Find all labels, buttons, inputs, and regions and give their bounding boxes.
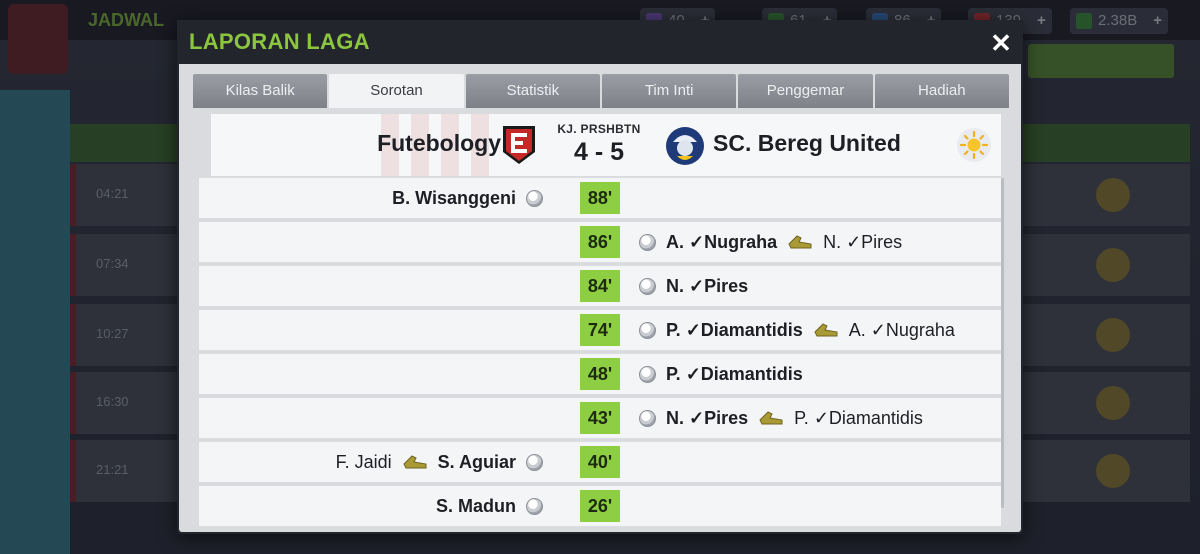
event-minute: 84' [580,270,620,302]
event-minute: 74' [580,314,620,346]
tab-statistik[interactable]: Statistik [465,74,600,108]
event-row: 84' N. ✓Pires [199,266,1001,306]
scorer-player-name[interactable]: N. ✓Pires [666,276,748,297]
assist-boot-icon [788,235,812,249]
scorer-player-name[interactable]: S. Madun [436,496,516,517]
competition-label: KJ. PRSHBTN [557,122,641,136]
dialog-body: Kilas Balik Sorotan Statistik Tim Inti P… [179,64,1021,532]
away-event: P. ✓Diamantidis A. ✓Nugraha [639,310,955,350]
score-block: KJ. PRSHBTN 4 - 5 [551,122,647,167]
dialog-header: LAPORAN LAGA ✕ [177,20,1023,64]
event-minute: 48' [580,358,620,390]
scorer-player-name[interactable]: N. ✓Pires [666,408,748,429]
away-team-name: SC. Bereg United [713,130,901,156]
assist-player-name[interactable]: F. Jaidi [336,452,392,473]
event-row: 43' N. ✓Pires P. ✓Diamantidis [199,398,1001,438]
tab-kilas-balik[interactable]: Kilas Balik [193,74,328,108]
event-row: 88' B. Wisanggeni [199,178,1001,218]
tab-bar: Kilas Balik Sorotan Statistik Tim Inti P… [193,74,1009,108]
assist-boot-icon [759,411,783,425]
scorer-player-name[interactable]: S. Aguiar [438,452,516,473]
event-row: 74' P. ✓Diamantidis A. ✓Nugraha [199,310,1001,350]
highlight-events-list: 88' B. Wisanggeni 86' A. ✓Nugraha N. ✓Pires 8… [199,178,1001,530]
away-event: A. ✓Nugraha N. ✓Pires [639,222,902,262]
dialog-title: LAPORAN LAGA [189,29,370,54]
sun-icon [957,128,991,162]
event-row: 40' F. Jaidi S. Aguiar [199,442,1001,482]
event-row: 48' P. ✓Diamantidis [199,354,1001,394]
close-button[interactable]: ✕ [987,29,1015,57]
match-score-header: Futebology KJ. PRSHBTN 4 - 5 SC. Bereg U… [211,114,1001,176]
ball-icon [639,277,656,295]
assist-player-name[interactable]: A. ✓Nugraha [849,320,955,341]
events-scrollbar[interactable] [1001,178,1004,508]
scorer-player-name[interactable]: A. ✓Nugraha [666,232,777,253]
scorer-player-name[interactable]: P. ✓Diamantidis [666,364,803,385]
away-team-badge-icon [666,127,704,165]
away-event: N. ✓Pires P. ✓Diamantidis [639,398,923,438]
away-event: N. ✓Pires [639,266,748,306]
event-minute: 40' [580,446,620,478]
event-minute: 88' [580,182,620,214]
scorer-player-name[interactable]: P. ✓Diamantidis [666,320,803,341]
ball-icon [526,453,543,471]
tab-penggemar[interactable]: Penggemar [738,74,873,108]
assist-boot-icon [403,455,427,469]
event-minute: 86' [580,226,620,258]
tab-tim-inti[interactable]: Tim Inti [601,74,737,108]
home-team-badge-icon [503,126,535,164]
assist-boot-icon [814,323,838,337]
event-minute: 26' [580,490,620,522]
scorer-player-name[interactable]: B. Wisanggeni [392,188,516,209]
event-row: 86' A. ✓Nugraha N. ✓Pires [199,222,1001,262]
event-row: 26' S. Madun [199,486,1001,526]
tab-sorotan[interactable]: Sorotan [329,74,464,108]
home-event: F. Jaidi S. Aguiar [336,442,543,482]
home-team-name: Futebology [377,130,501,156]
ball-icon [639,409,656,427]
home-event: B. Wisanggeni [392,178,543,218]
match-report-dialog: LAPORAN LAGA ✕ Kilas Balik Sorotan Stati… [177,20,1023,534]
ball-icon [639,321,656,339]
match-score: 4 - 5 [573,138,625,166]
ball-icon [526,189,543,207]
away-event: P. ✓Diamantidis [639,354,803,394]
assist-player-name[interactable]: N. ✓Pires [823,232,902,253]
tab-hadiah[interactable]: Hadiah [874,74,1009,108]
ball-icon [639,233,656,251]
ball-icon [639,365,656,383]
assist-player-name[interactable]: P. ✓Diamantidis [794,408,923,429]
ball-icon [526,497,543,515]
event-minute: 43' [580,402,620,434]
home-event: S. Madun [436,486,543,526]
